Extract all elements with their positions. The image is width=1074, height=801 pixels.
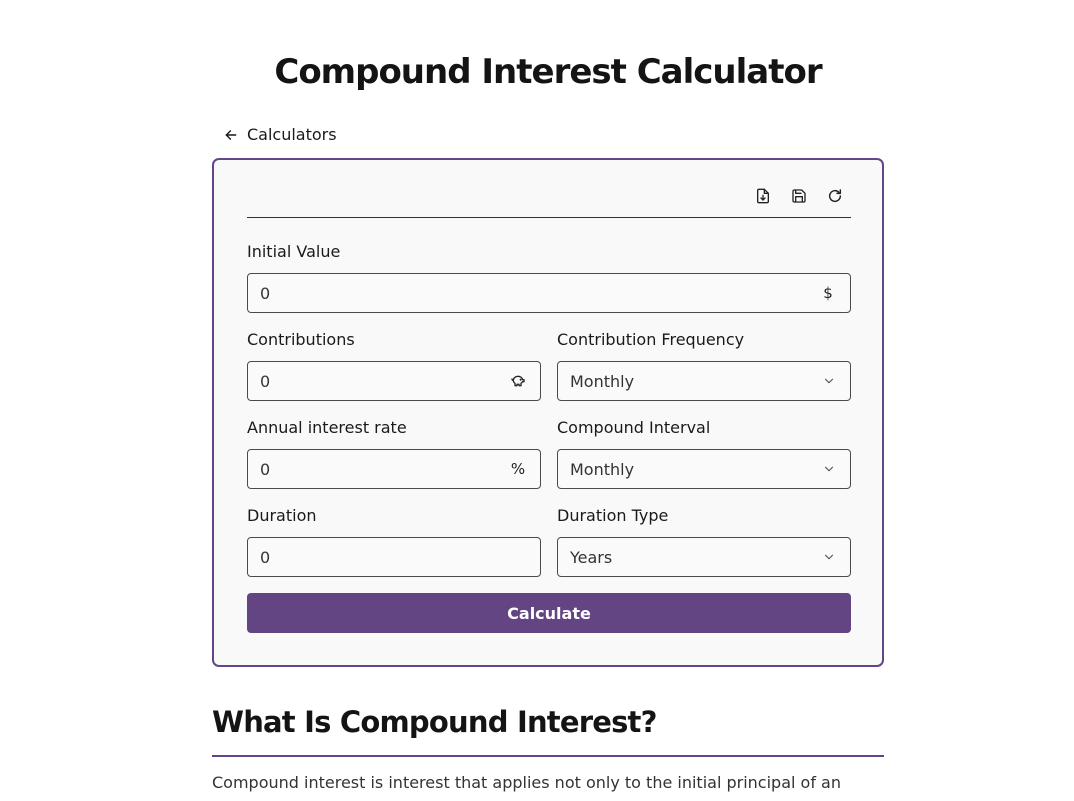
section-heading: What Is Compound Interest? [212,705,657,739]
reset-icon [828,189,842,203]
piggy-bank-icon [511,375,525,387]
compound-interval-value: Monthly [570,459,635,479]
compound-interval-select[interactable]: Monthly [557,449,851,489]
duration-field[interactable] [247,537,541,577]
arrow-left-icon [225,129,237,140]
calculator-toolbar [247,182,851,218]
save-icon [792,189,806,203]
annual-interest-rate-label: Annual interest rate [247,418,407,437]
compound-interval-label: Compound Interval [557,418,711,437]
save-button[interactable] [787,184,811,208]
duration-type-value: Years [570,547,613,567]
page-title: Compound Interest Calculator [274,52,822,92]
annual-interest-rate-input[interactable] [248,450,508,488]
contribution-frequency-label: Contribution Frequency [557,330,745,349]
calculator-card: Initial Value $ Contributions Contributi… [212,158,884,667]
file-download-icon [757,188,769,204]
section-paragraph: Compound interest is interest that appli… [212,773,841,792]
chevron-down-icon [824,466,834,472]
chevron-down-icon [824,378,834,384]
chevron-down-icon [824,554,834,560]
initial-value-field[interactable]: $ [247,273,851,313]
section-divider [212,755,884,757]
duration-type-label: Duration Type [557,506,669,525]
reset-button[interactable] [823,184,847,208]
initial-value-label: Initial Value [247,242,341,261]
back-link-label: Calculators [247,125,337,144]
initial-value-input[interactable] [248,274,818,312]
calculate-button[interactable]: Calculate [247,593,851,633]
back-to-calculators-link[interactable]: Calculators [224,125,337,144]
page: Compound Interest Calculator Calculators [0,0,1074,801]
contributions-field[interactable] [247,361,541,401]
export-button[interactable] [751,184,775,208]
percent-suffix: % [510,460,526,478]
dollar-suffix: $ [823,284,833,302]
duration-input[interactable] [248,538,540,576]
contribution-frequency-select[interactable]: Monthly [557,361,851,401]
duration-type-select[interactable]: Years [557,537,851,577]
contribution-frequency-value: Monthly [570,371,635,391]
contributions-label: Contributions [247,330,355,349]
contributions-input[interactable] [248,362,508,400]
annual-interest-rate-field[interactable]: % [247,449,541,489]
duration-label: Duration [247,506,317,525]
